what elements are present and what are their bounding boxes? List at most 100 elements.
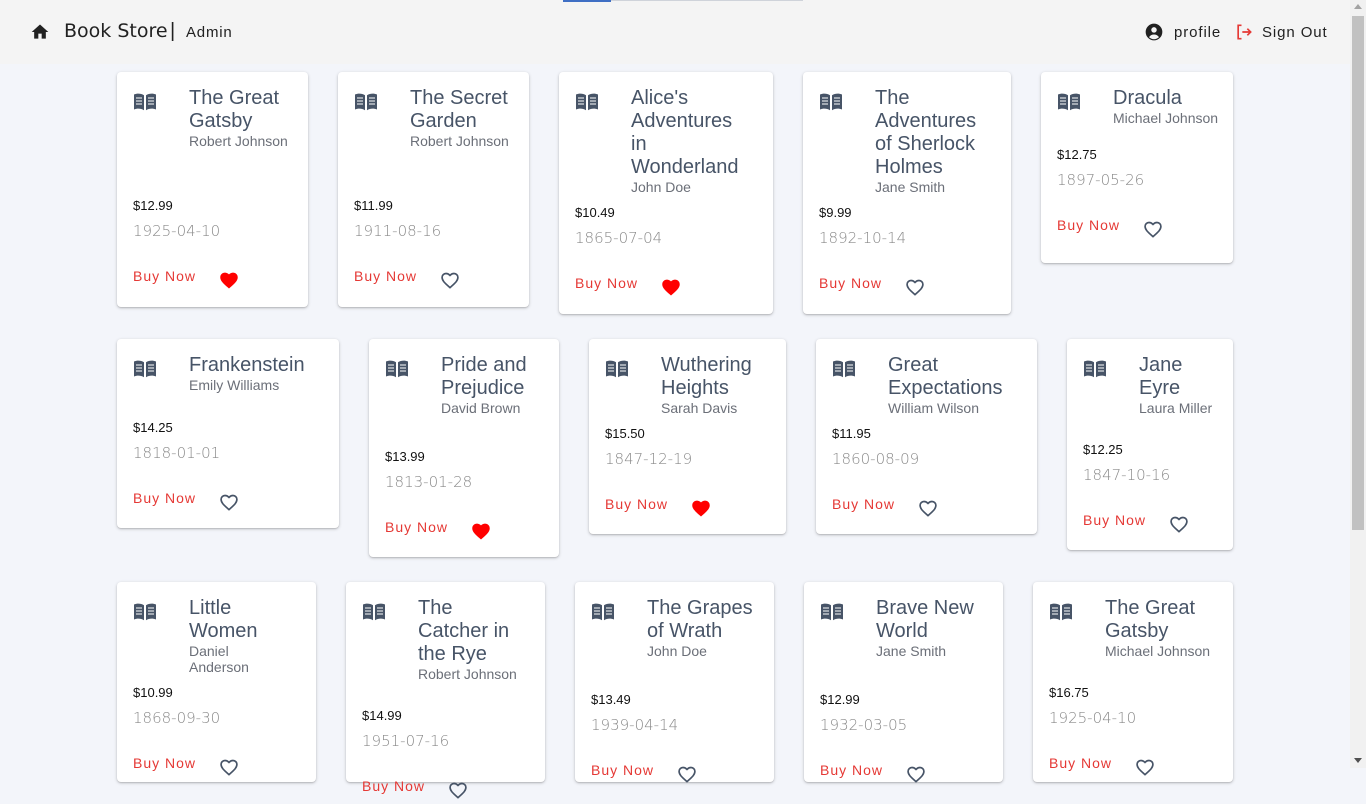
book-title: The Secret Garden Robert Johnson <box>410 87 510 149</box>
book-price: $14.25 <box>133 420 173 435</box>
book-price: $11.99 <box>354 198 393 213</box>
book-title-text: The Great Gatsby <box>189 87 280 132</box>
book-title: The Adventures of Sherlock Holmes Jane Sm… <box>875 87 995 195</box>
book-title-text: The Great Gatsby <box>1105 597 1196 642</box>
buy-now-button[interactable]: Buy Now <box>820 762 883 778</box>
logout-icon <box>1237 24 1252 40</box>
scroll-up-arrow-icon[interactable] <box>1354 4 1362 9</box>
heart-filled-icon[interactable] <box>219 271 239 289</box>
heart-filled-icon[interactable] <box>471 522 491 540</box>
buy-now-button[interactable]: Buy Now <box>133 755 196 771</box>
buy-now-button[interactable]: Buy Now <box>591 762 654 778</box>
book-author: Robert Johnson <box>189 133 288 149</box>
buy-now-button[interactable]: Buy Now <box>385 519 448 535</box>
heart-outline-icon[interactable] <box>918 499 938 517</box>
heart-outline-icon[interactable] <box>1143 220 1163 238</box>
buy-now-button[interactable]: Buy Now <box>362 778 425 794</box>
publish-date: 1847-12-19 <box>605 450 693 468</box>
scrollbar-thumb[interactable] <box>1352 16 1364 530</box>
book-title-text: Frankenstein <box>189 354 305 376</box>
publish-date: 1911-08-16 <box>354 222 442 240</box>
book-title-text: Pride and Prejudice <box>441 354 527 399</box>
book-icon <box>575 92 599 112</box>
book-author: Laura Miller <box>1139 400 1213 416</box>
book-title: The Great Gatsby Robert Johnson <box>189 87 289 149</box>
book-icon <box>605 359 629 379</box>
sign-out-button[interactable]: Sign Out <box>1234 22 1328 42</box>
book-title: Frankenstein Emily Williams <box>189 354 329 393</box>
heart-outline-icon[interactable] <box>905 278 925 296</box>
book-icon <box>133 359 157 379</box>
book-icon <box>354 92 378 112</box>
book-card[interactable]: The Grapes of Wrath John Doe $13.49 1939-04… <box>575 582 774 783</box>
book-title: Wuthering Heights Sarah Davis <box>661 354 781 416</box>
book-author: Michael Johnson <box>1105 643 1211 659</box>
book-author: Michael Johnson <box>1113 110 1219 126</box>
book-price: $13.49 <box>591 692 631 707</box>
book-card[interactable]: Dracula Michael Johnson $12.75 1897-05-26 Bu… <box>1041 72 1233 263</box>
heart-filled-icon[interactable] <box>691 499 711 517</box>
buy-now-button[interactable]: Buy Now <box>1083 512 1146 528</box>
buy-now-button[interactable]: Buy Now <box>605 496 668 512</box>
buy-now-button[interactable]: Buy Now <box>1049 755 1112 771</box>
book-price: $10.49 <box>575 205 615 220</box>
book-title: Dracula Michael Johnson <box>1113 87 1233 126</box>
publish-date: 1818-01-01 <box>133 444 221 462</box>
publish-date: 1932-03-05 <box>820 716 908 734</box>
book-price: $15.50 <box>605 426 645 441</box>
book-card[interactable]: Pride and Prejudice David Brown $13.99 1813… <box>369 339 559 557</box>
scroll-down-arrow-icon[interactable] <box>1354 758 1362 763</box>
book-title: The Catcher in the Rye Robert Johnson <box>418 597 528 682</box>
book-card[interactable]: Wuthering Heights Sarah Davis $15.50 1847-1… <box>589 339 786 534</box>
book-card[interactable]: The Great Gatsby Robert Johnson $12.99 1925… <box>117 72 308 307</box>
book-card[interactable]: Frankenstein Emily Williams $14.25 1818-01-… <box>117 339 339 528</box>
brand-title[interactable]: Book Store <box>64 20 168 42</box>
book-icon <box>832 359 856 379</box>
sign-out-label: Sign Out <box>1262 23 1328 41</box>
book-title: Jane Eyre Laura Miller <box>1139 354 1219 416</box>
book-card[interactable]: The Great Gatsby Michael Johnson $16.75 192… <box>1033 582 1233 782</box>
book-price: $10.99 <box>133 685 173 700</box>
heart-outline-icon[interactable] <box>448 781 468 799</box>
heart-outline-icon[interactable] <box>219 493 239 511</box>
buy-now-button[interactable]: Buy Now <box>575 275 638 291</box>
buy-now-button[interactable]: Buy Now <box>354 268 417 284</box>
home-icon[interactable] <box>30 22 50 42</box>
publish-date: 1925-04-10 <box>1049 709 1137 727</box>
book-card[interactable]: The Adventures of Sherlock Holmes Jane Sm… <box>803 72 1011 314</box>
buy-now-button[interactable]: Buy Now <box>133 268 196 284</box>
book-price: $12.25 <box>1083 442 1123 457</box>
publish-date: 1813-01-28 <box>385 473 473 491</box>
heart-outline-icon[interactable] <box>1135 758 1155 776</box>
app-header: Book Store | Admin profile Sign Out <box>0 0 1350 64</box>
book-price: $12.99 <box>820 692 860 707</box>
heart-outline-icon[interactable] <box>219 758 239 776</box>
profile-button[interactable]: profile <box>1144 22 1221 42</box>
publish-date: 1925-04-10 <box>133 222 221 240</box>
book-card[interactable]: Jane Eyre Laura Miller $12.25 1847-10-16 Buy… <box>1067 339 1233 550</box>
book-price: $14.99 <box>362 708 402 723</box>
buy-now-button[interactable]: Buy Now <box>832 496 895 512</box>
publish-date: 1897-05-26 <box>1057 171 1145 189</box>
tab-indicator <box>563 0 611 2</box>
buy-now-button[interactable]: Buy Now <box>819 275 882 291</box>
book-title-text: The Secret Garden <box>410 87 508 132</box>
heart-filled-icon[interactable] <box>661 278 681 296</box>
publish-date: 1892-10-14 <box>819 229 907 247</box>
heart-outline-icon[interactable] <box>440 271 460 289</box>
book-card[interactable]: Little Women Daniel Anderson $10.99 1868-09… <box>117 582 316 782</box>
buy-now-button[interactable]: Buy Now <box>133 490 196 506</box>
book-card[interactable]: The Catcher in the Rye Robert Johnson $14.… <box>346 582 545 799</box>
book-card[interactable]: The Secret Garden Robert Johnson $11.99 191… <box>338 72 529 307</box>
book-title: Alice's Adventures in Wonderland John Doe <box>631 87 751 195</box>
book-title: The Grapes of Wrath John Doe <box>647 597 757 659</box>
heart-outline-icon[interactable] <box>1169 515 1189 533</box>
book-card[interactable]: Great Expectations William Wilson $11.95 18… <box>816 339 1037 534</box>
brand-separator: | <box>170 20 176 42</box>
book-price: $12.99 <box>133 198 173 213</box>
book-icon <box>1057 92 1081 112</box>
buy-now-button[interactable]: Buy Now <box>1057 217 1120 233</box>
book-card[interactable]: Brave New World Jane Smith $12.99 1932-03-0… <box>804 582 1003 783</box>
book-card[interactable]: Alice's Adventures in Wonderland John Doe… <box>559 72 773 314</box>
book-author: John Doe <box>647 643 707 659</box>
